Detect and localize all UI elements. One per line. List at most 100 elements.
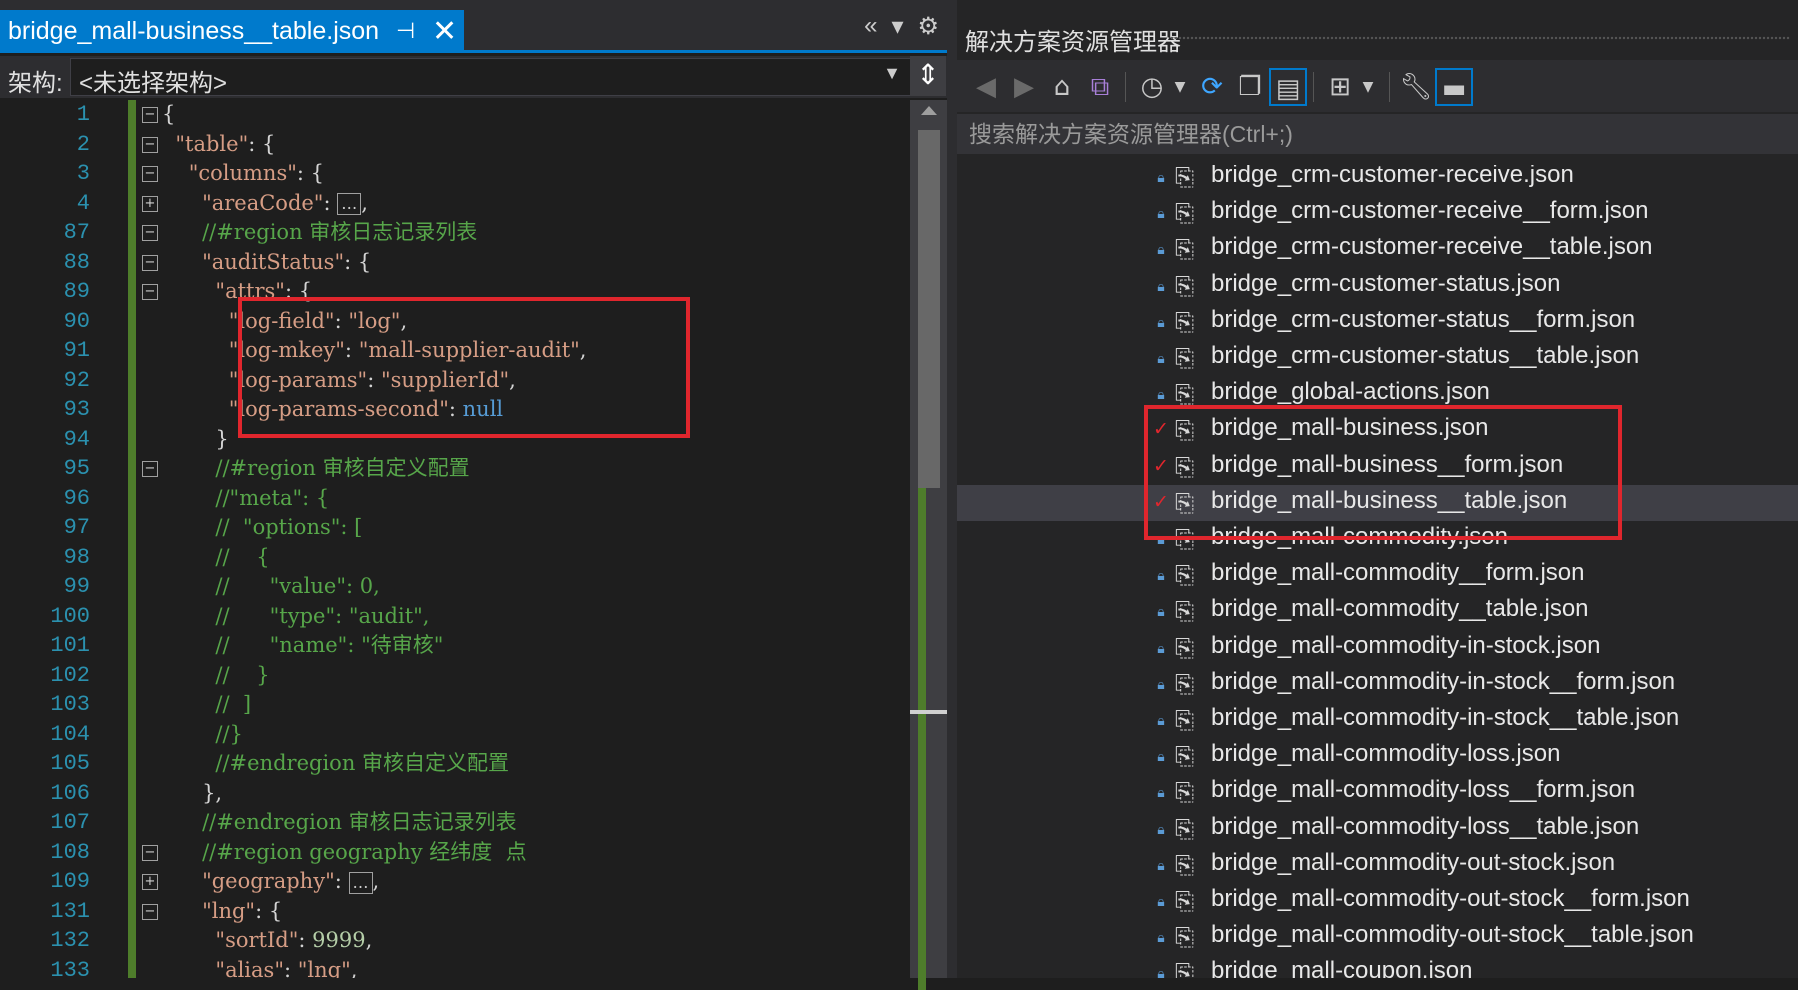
file-item[interactable]: 🔒︎ ⎘ bridge_mall-commodity__table.json: [957, 593, 1798, 629]
tab-dropdown-icon[interactable]: ▾: [891, 12, 903, 41]
file-name: bridge_mall-commodity-out-stock.json: [1211, 848, 1616, 876]
collapse-icon[interactable]: −: [142, 461, 158, 477]
file-name: bridge_mall-coupon.json: [1211, 957, 1473, 978]
wrench-icon[interactable]: 🔧︎: [1397, 68, 1435, 106]
collapsed-block-icon[interactable]: …: [348, 871, 373, 894]
file-item[interactable]: 🔒︎ ⎘ bridge_mall-commodity-out-stock__tabl…: [957, 919, 1798, 955]
pin-icon[interactable]: ▬: [1435, 68, 1473, 106]
collapse-icon[interactable]: −: [142, 903, 158, 920]
file-item[interactable]: 🔒︎ ⎘ bridge_mall-commodity-out-stock__form…: [957, 883, 1798, 919]
code-token: "lng": [202, 898, 256, 923]
code-token: //#region 审核日志记录列表: [202, 220, 478, 244]
scrollbar-thumb[interactable]: [918, 130, 940, 488]
file-item[interactable]: 🔒︎ ⎘ bridge_mall-commodity-in-stock__form.…: [957, 666, 1798, 702]
file-item[interactable]: 🔒︎ ⎘ bridge_mall-commodity-out-stock.json: [957, 847, 1798, 883]
code-token: // }: [215, 662, 270, 687]
file-item[interactable]: 🔒︎ ⎘ bridge_crm-customer-status__table.jso…: [957, 340, 1798, 376]
file-item[interactable]: 🔒︎ ⎘ bridge_mall-commodity-in-stock__table…: [957, 702, 1798, 738]
chevron-down-icon[interactable]: ▼: [1349, 68, 1387, 106]
code-line: // {: [162, 543, 910, 573]
file-name: bridge_mall-commodity__table.json: [1211, 595, 1589, 623]
code-text[interactable]: { "table": { "columns": { "areaCode": …,…: [162, 100, 910, 978]
code-token: //"meta": {: [215, 485, 330, 510]
code-line: "columns": {: [162, 159, 910, 189]
close-icon[interactable]: ✕: [432, 14, 457, 49]
tab-title: bridge_mall-business__table.json: [8, 16, 380, 45]
collapse-icon[interactable]: −: [142, 107, 158, 123]
code-area[interactable]: 1 2 3 4 87 88 89 90 91 92 93 94 95 96 97 98 99 100 101 102 1…: [0, 100, 910, 978]
code-token: : {: [255, 898, 283, 923]
file-item[interactable]: 🔒︎ ⎘ bridge_mall-coupon.json: [957, 955, 1798, 978]
scroll-up-icon[interactable]: [921, 106, 937, 115]
collapse-icon[interactable]: −: [142, 225, 158, 241]
scroll-tabs-left-icon[interactable]: «: [864, 12, 877, 41]
back-icon[interactable]: ◀: [967, 68, 1005, 106]
line-number: 105: [50, 751, 90, 776]
collapsed-block-icon[interactable]: …: [337, 193, 362, 215]
line-number: 97: [63, 515, 90, 540]
search-input[interactable]: [957, 114, 1798, 154]
chevron-down-icon[interactable]: ▼: [883, 63, 901, 84]
file-item[interactable]: 🔒︎ ⎘ bridge_mall-commodity-loss__form.json: [957, 774, 1798, 810]
lock-icon: 🔒︎: [1157, 567, 1165, 584]
file-item[interactable]: 🔒︎ ⎘ bridge_mall-commodity__form.json: [957, 557, 1798, 593]
vs-sync-icon[interactable]: ⧉: [1081, 68, 1119, 106]
file-item[interactable]: 🔒︎ ⎘ bridge_mall-commodity-loss__table.jso…: [957, 811, 1798, 847]
split-editor-icon[interactable]: ⇕: [910, 56, 946, 96]
line-number: 94: [63, 426, 90, 452]
file-item[interactable]: 🔒︎ ⎘ bridge_crm-customer-status__form.json: [957, 304, 1798, 340]
code-token: // {: [215, 544, 270, 569]
schema-select[interactable]: <未选择架构> ▼: [70, 58, 912, 97]
line-number: 98: [63, 544, 90, 570]
explorer-title: 解决方案资源管理器: [965, 29, 1181, 56]
line-number: 103: [50, 692, 90, 717]
line-number: 109: [50, 869, 90, 894]
file-item[interactable]: 🔒︎ ⎘ bridge_mall-commodity-in-stock.json: [957, 630, 1798, 666]
collapse-icon[interactable]: −: [142, 254, 158, 271]
show-all-files-icon[interactable]: ▤: [1269, 68, 1307, 106]
file-name: bridge_global-actions.json: [1211, 378, 1490, 406]
pin-icon[interactable]: ⊣: [396, 18, 415, 44]
code-line: //#region 审核自定义配置: [162, 454, 910, 484]
json-file-icon: ⎘: [1175, 742, 1195, 771]
code-line: "areaCode": …,: [162, 189, 910, 219]
json-file-icon: ⎘: [1175, 850, 1195, 879]
expand-icon[interactable]: +: [142, 195, 158, 212]
file-item[interactable]: 🔒︎ ⎘ bridge_crm-customer-receive__form.jso…: [957, 195, 1798, 231]
home-icon[interactable]: ⌂: [1043, 68, 1081, 106]
code-token: :: [283, 957, 298, 979]
code-token: {: [162, 102, 176, 126]
collapse-icon[interactable]: −: [142, 844, 158, 861]
collapse-icon[interactable]: −: [142, 284, 158, 300]
file-item[interactable]: 🔒︎ ⎘ bridge_crm-customer-receive__table.js…: [957, 231, 1798, 267]
refresh-icon[interactable]: ⟳: [1193, 68, 1231, 106]
change-tracking-bar: [128, 100, 136, 978]
explorer-search[interactable]: [957, 114, 1798, 154]
pane-divider[interactable]: [947, 0, 957, 978]
line-number: 87: [63, 220, 90, 245]
collapse-icon[interactable]: −: [142, 136, 158, 153]
file-name: bridge_crm-customer-status.json: [1211, 269, 1561, 297]
file-item[interactable]: 🔒︎ ⎘ bridge_crm-customer-status.json: [957, 268, 1798, 304]
file-name: bridge_crm-customer-status__table.json: [1211, 342, 1640, 369]
title-drag-grip[interactable]: [1170, 36, 1790, 40]
gear-icon[interactable]: ⚙: [917, 12, 939, 41]
collapse-all-icon[interactable]: ❐: [1231, 68, 1269, 106]
forward-icon[interactable]: ▶: [1005, 68, 1043, 106]
highlight-box-code: [238, 297, 690, 438]
expand-icon[interactable]: +: [142, 874, 158, 890]
file-item[interactable]: 🔒︎ ⎘ bridge_mall-commodity-loss.json: [957, 738, 1798, 774]
code-token: // ]: [215, 692, 252, 716]
file-name: bridge_mall-commodity-loss.json: [1211, 740, 1561, 768]
file-item[interactable]: 🔒︎ ⎘ bridge_crm-customer-receive.json: [957, 165, 1798, 195]
vertical-scrollbar[interactable]: [910, 100, 947, 990]
tab-bar-actions: « ▾ ⚙: [864, 12, 947, 41]
collapse-icon[interactable]: −: [142, 166, 158, 182]
lock-icon: 🔒︎: [1157, 639, 1165, 656]
tab-active-document[interactable]: bridge_mall-business__table.json ⊣ ✕: [0, 10, 464, 52]
